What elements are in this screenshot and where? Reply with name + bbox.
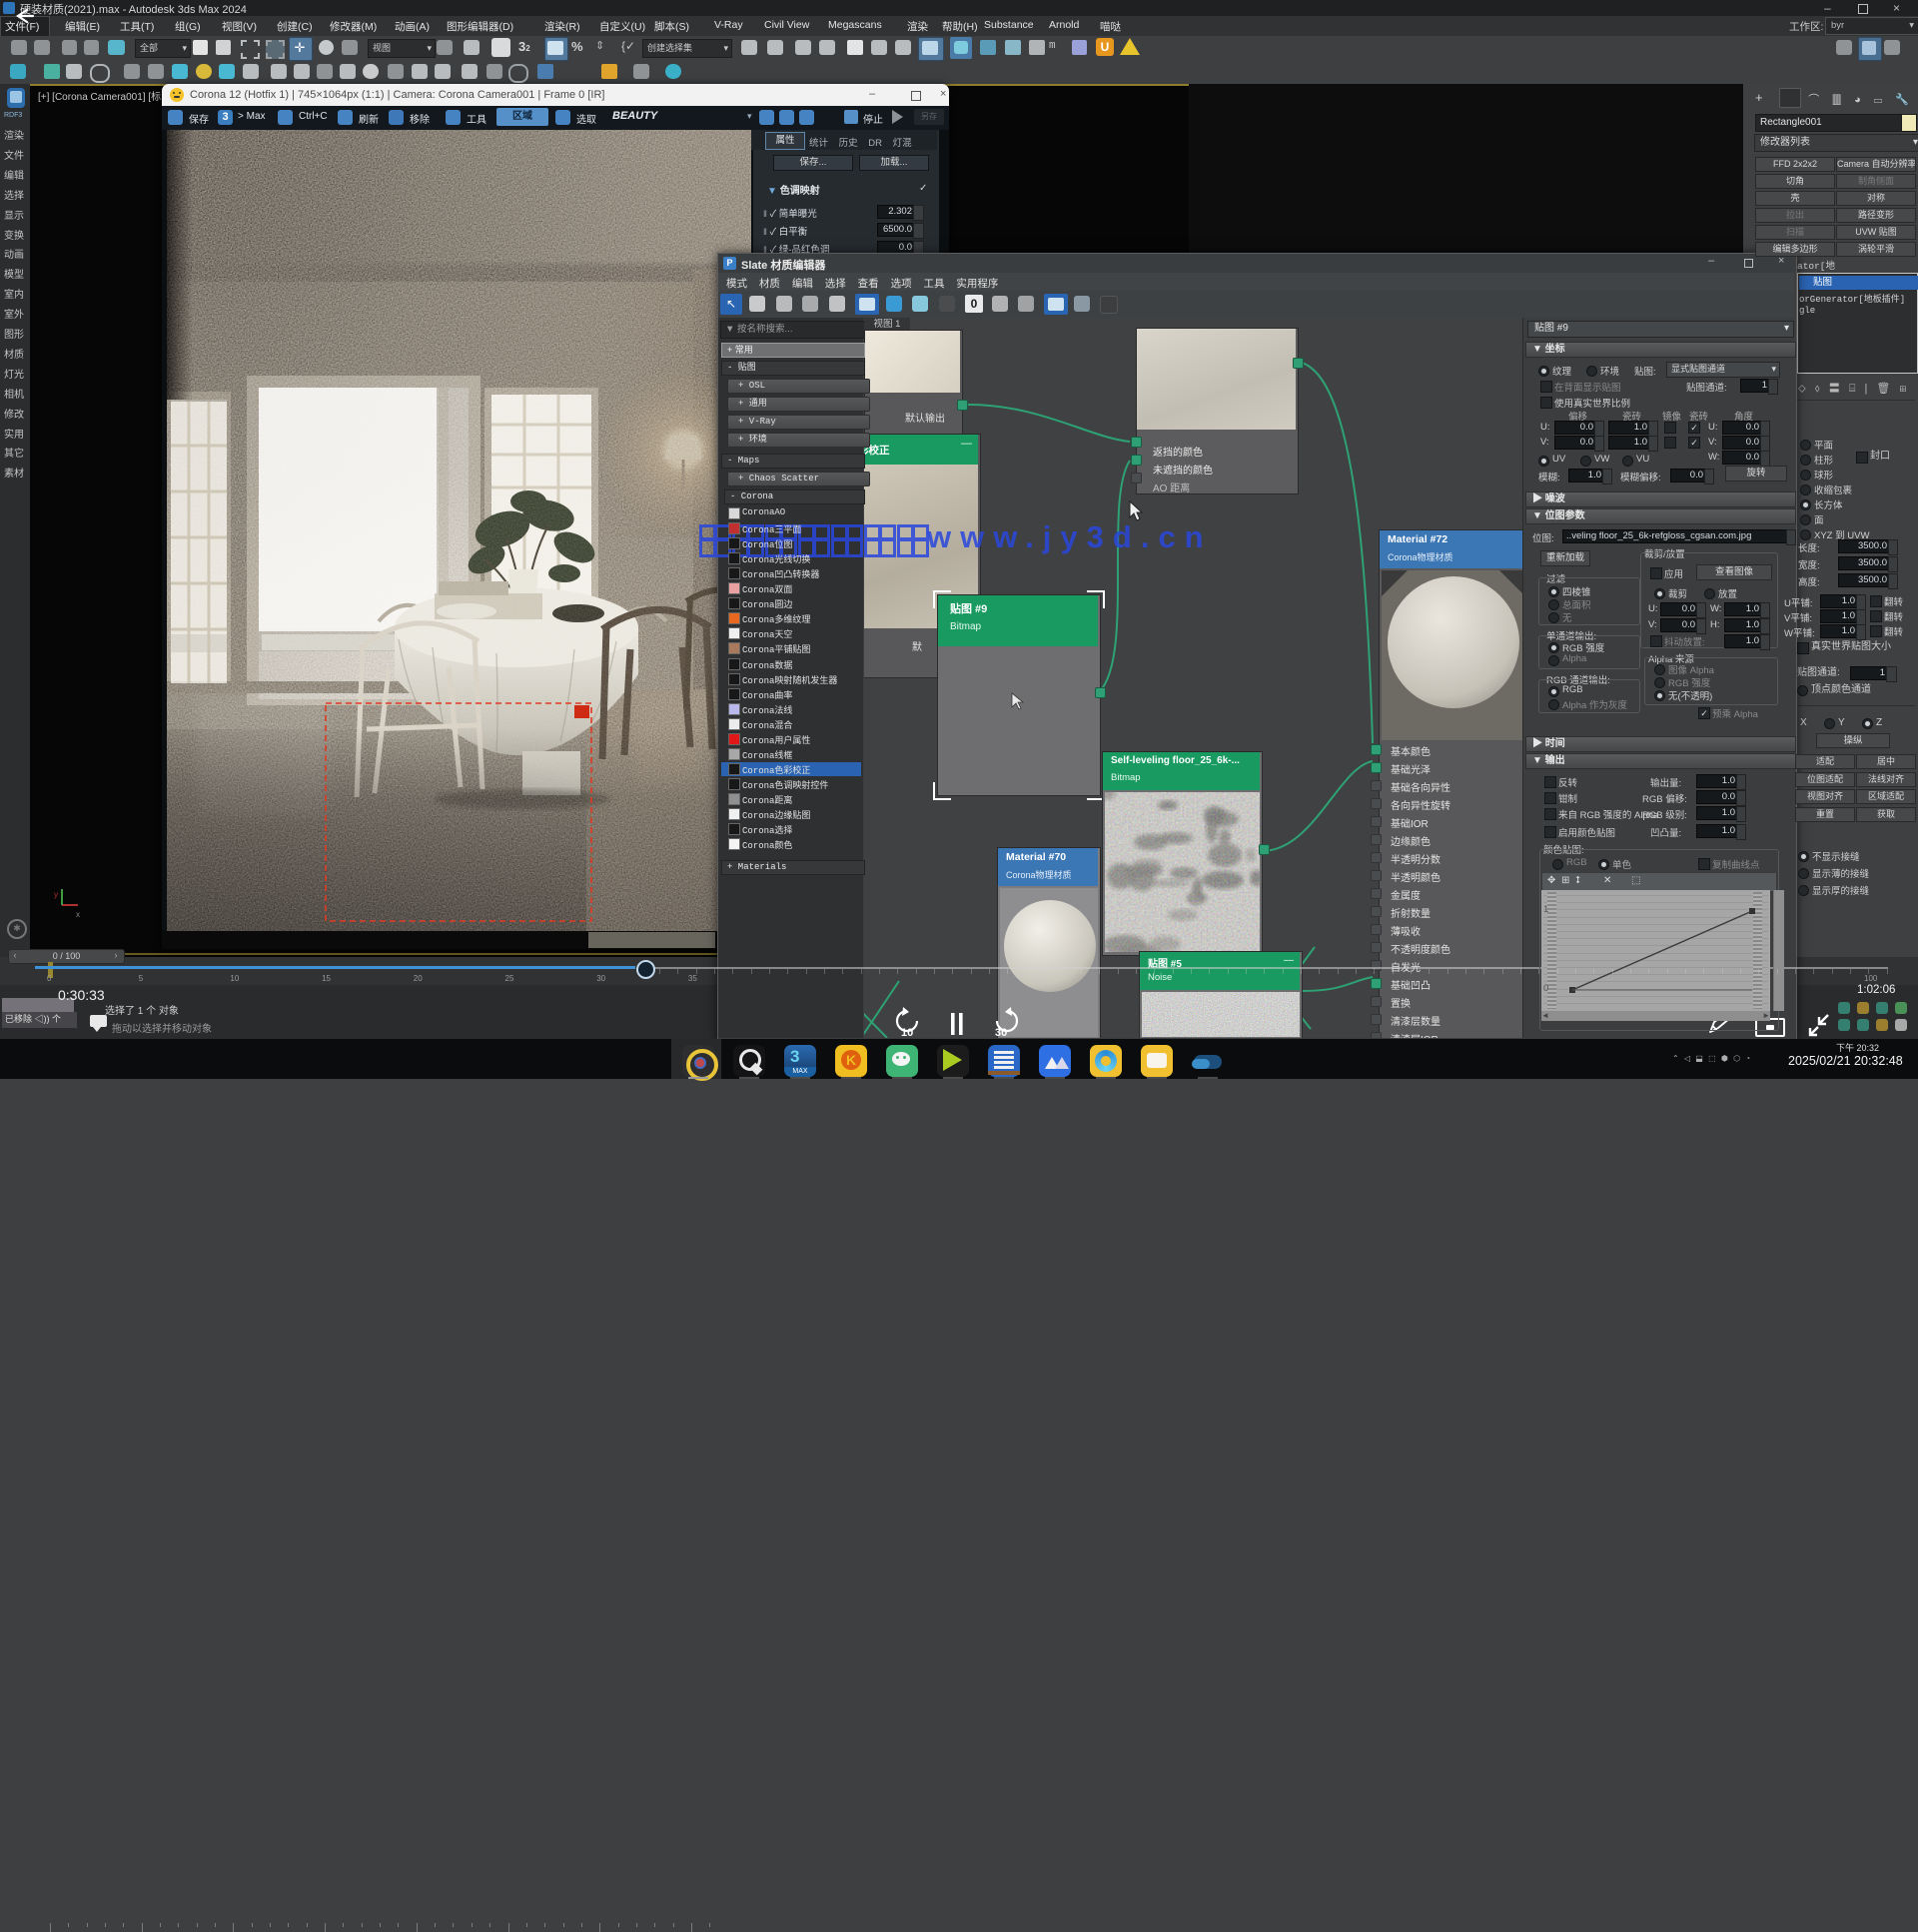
svg-text:30: 30	[995, 1027, 1007, 1039]
svg-text:y: y	[54, 890, 58, 899]
svg-text:x: x	[76, 910, 80, 919]
svg-text:10: 10	[901, 1027, 913, 1039]
